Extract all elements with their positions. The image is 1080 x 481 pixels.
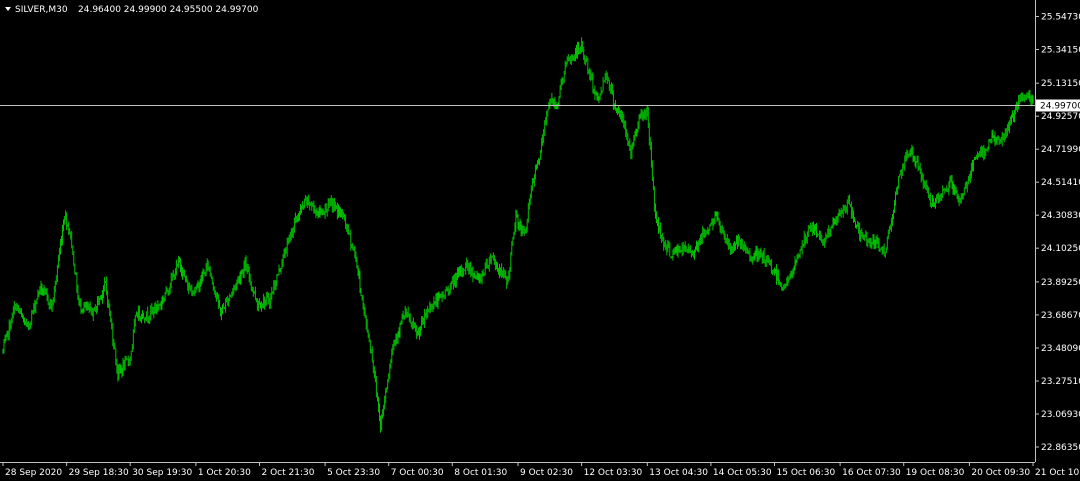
y-tick-label: 24.30830 — [1041, 211, 1080, 221]
y-tick-label: 25.13150 — [1041, 79, 1080, 89]
y-tick-label: 23.89250 — [1041, 278, 1080, 288]
y-tick-label: 24.92570 — [1041, 112, 1080, 122]
x-tick-label: 15 Oct 06:30 — [777, 468, 836, 478]
x-tick-label: 8 Oct 01:30 — [454, 468, 507, 478]
price-chart[interactable]: 25.54730 25.34150 25.13150 24.92570 24.71990… — [0, 0, 1080, 481]
x-tick-label: 28 Sep 2020 — [5, 468, 62, 478]
y-tick-label: 24.10250 — [1041, 244, 1080, 254]
y-tick-label: 23.68670 — [1041, 311, 1080, 321]
chart-window[interactable]: 25.54730 25.34150 25.13150 24.92570 24.71990… — [0, 0, 1080, 481]
x-tick-label: 13 Oct 04:30 — [649, 468, 708, 478]
chart-header: SILVER,M30 24.96400 24.99900 24.95500 24… — [5, 5, 259, 15]
y-tick-label: 22.86350 — [1041, 443, 1080, 453]
y-tick-label: 23.06930 — [1041, 410, 1080, 420]
x-tick-label: 20 Oct 09:30 — [971, 468, 1030, 478]
y-tick-label: 23.48090 — [1041, 344, 1080, 354]
x-tick-label: 7 Oct 00:30 — [391, 468, 444, 478]
price-tag-value: 24.99700 — [1040, 102, 1080, 112]
x-tick-label: 19 Oct 08:30 — [906, 468, 965, 478]
x-tick-label: 5 Oct 23:30 — [327, 468, 380, 478]
y-tick-label: 23.27510 — [1041, 377, 1080, 387]
x-tick-label: 21 Oct 10:30 — [1035, 468, 1080, 478]
x-tick-label: 29 Sep 18:30 — [69, 468, 129, 478]
y-tick-label: 24.51410 — [1041, 178, 1080, 188]
y-tick-label: 25.34150 — [1041, 46, 1080, 56]
x-tick-label: 1 Oct 20:30 — [198, 468, 251, 478]
x-tick-label: 9 Oct 02:30 — [520, 468, 573, 478]
x-tick-label: 12 Oct 03:30 — [584, 468, 643, 478]
x-tick-label: 14 Oct 05:30 — [713, 468, 772, 478]
symbol-label: SILVER,M30 — [15, 5, 68, 15]
x-tick-label: 16 Oct 07:30 — [842, 468, 901, 478]
y-tick-label: 24.71990 — [1041, 145, 1080, 155]
x-tick-label: 30 Sep 19:30 — [132, 468, 192, 478]
x-tick-label: 2 Oct 21:30 — [262, 468, 315, 478]
ohlc-values: 24.96400 24.99900 24.95500 24.99700 — [78, 5, 259, 15]
chart-background — [0, 0, 1080, 481]
y-tick-label: 25.54730 — [1041, 13, 1080, 23]
